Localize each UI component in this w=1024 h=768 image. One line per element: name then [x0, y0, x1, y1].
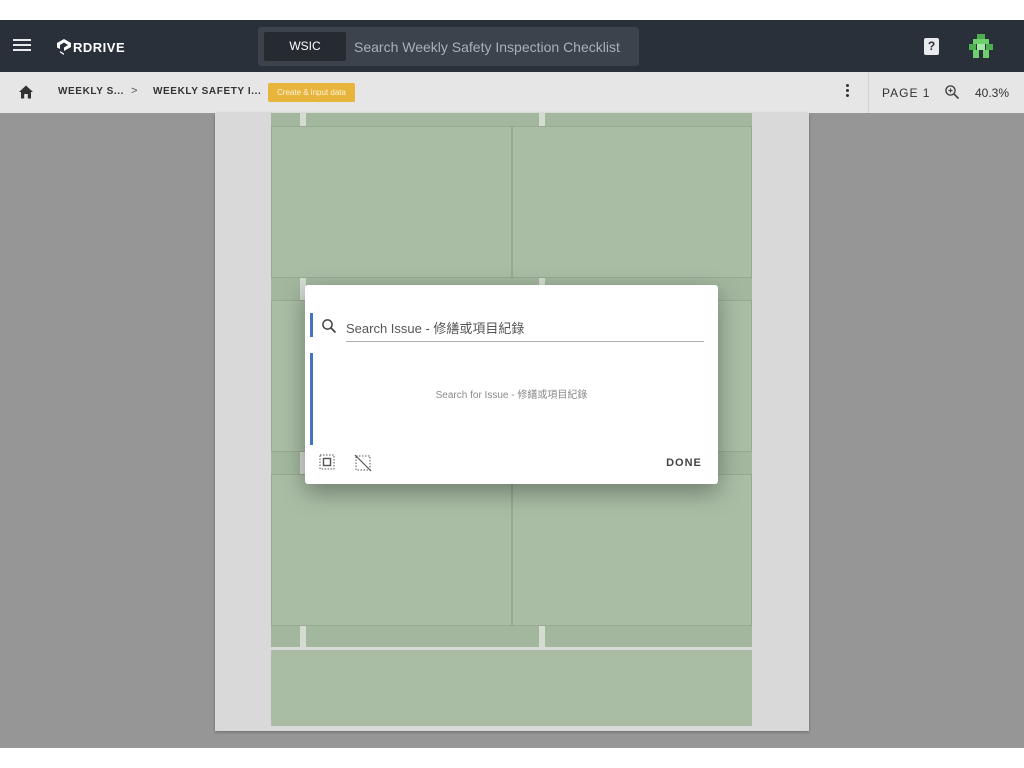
form-strip: [539, 113, 545, 126]
zoom-icon[interactable]: [944, 84, 960, 100]
select-all-icon[interactable]: [319, 454, 335, 470]
top-app-bar: RDRIVE WSIC ?: [0, 20, 1024, 72]
bottom-bar: [0, 748, 1024, 768]
more-vert-icon[interactable]: [843, 84, 851, 102]
form-footer-field[interactable]: [271, 650, 752, 726]
status-badge: Create & input data: [268, 83, 355, 102]
global-search-input[interactable]: [354, 27, 634, 66]
page-indicator: PAGE 1: [882, 86, 931, 100]
help-icon[interactable]: ?: [924, 38, 939, 55]
done-button[interactable]: DONE: [661, 453, 707, 473]
search-issue-dialog: Search for Issue - 修繕或項目紀錄 DONE: [305, 285, 718, 484]
app-logo[interactable]: RDRIVE: [56, 37, 125, 57]
avatar-icon[interactable]: [968, 33, 994, 59]
home-icon[interactable]: [18, 84, 34, 100]
search-icon: [322, 319, 337, 334]
form-cell[interactable]: [512, 126, 752, 278]
form-strip: [300, 113, 306, 126]
logo-text: RDRIVE: [73, 39, 126, 55]
form-strip: [300, 626, 306, 647]
breadcrumb-item-project[interactable]: WEEKLY S...: [58, 86, 124, 97]
focus-accent: [310, 313, 313, 337]
form-cell[interactable]: [271, 474, 512, 626]
empty-results-message: Search for Issue - 修繕或項目紀錄: [435, 390, 588, 401]
form-cell[interactable]: [271, 126, 512, 278]
breadcrumb-separator: >: [131, 85, 138, 97]
rdrive-logo-icon: [57, 39, 71, 55]
zoom-level: 40.3%: [975, 86, 1010, 100]
issue-search-input[interactable]: [346, 315, 704, 342]
menu-icon[interactable]: [12, 36, 32, 56]
search-scope-chip[interactable]: WSIC: [264, 32, 346, 61]
form-cell[interactable]: [512, 474, 752, 626]
deselect-icon[interactable]: [354, 454, 372, 472]
form-strip: [539, 626, 545, 647]
toolbar-divider: [868, 72, 869, 113]
breadcrumb-toolbar: WEEKLY S... > WEEKLY SAFETY I... Create …: [0, 72, 1024, 114]
breadcrumb-item-document[interactable]: WEEKLY SAFETY I...: [153, 86, 261, 97]
global-search: WSIC: [258, 27, 639, 66]
